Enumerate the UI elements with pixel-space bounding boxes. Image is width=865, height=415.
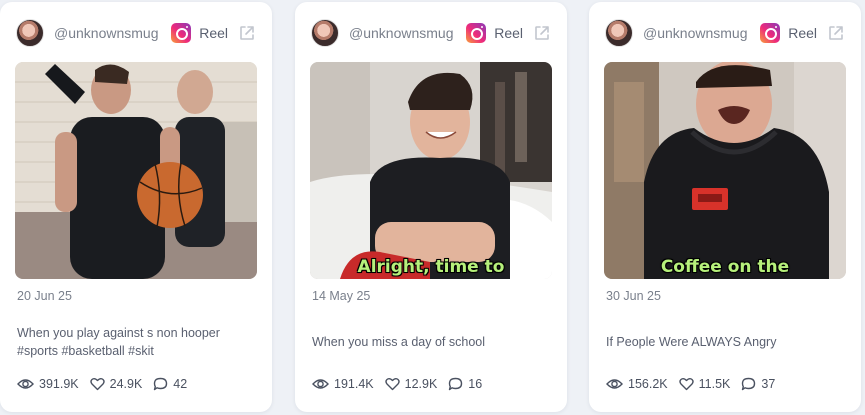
eye-icon (312, 379, 329, 389)
post-stats: 156.2K 11.5K 37 (606, 377, 786, 391)
views-stat: 191.4K (312, 377, 374, 391)
video-thumbnail[interactable]: Coffee on the (604, 62, 846, 279)
likes-stat: 12.9K (384, 377, 438, 391)
views-stat: 391.9K (17, 377, 79, 391)
reel-card[interactable]: @unknownsmug Reel Alright, time to 14 Ma… (295, 2, 567, 412)
post-stats: 391.9K 24.9K 42 (17, 377, 198, 391)
post-description: If People Were ALWAYS Angry (606, 335, 777, 349)
external-link-icon[interactable] (827, 24, 845, 42)
reel-card[interactable]: @unknownsmug Reel Coffee on the 30 Jun 2… (589, 2, 861, 412)
video-thumbnail[interactable]: Alright, time to (310, 62, 552, 279)
comment-icon (449, 377, 463, 391)
video-caption-overlay: Alright, time to (357, 257, 505, 277)
external-link-icon[interactable] (238, 24, 256, 42)
reel-card[interactable]: @unknownsmug Reel 20 Jun 25 When you pla… (0, 2, 272, 412)
avatar[interactable] (16, 19, 44, 47)
eye-icon (17, 379, 34, 389)
heart-icon (89, 378, 105, 391)
comment-icon (154, 377, 168, 391)
platform-label: Reel (494, 25, 523, 41)
comments-count: 16 (468, 377, 483, 391)
instagram-icon (466, 23, 487, 43)
username[interactable]: @unknownsmug (643, 25, 760, 41)
views-stat: 156.2K (606, 377, 668, 391)
post-description: When you miss a day of school (312, 335, 485, 349)
username[interactable]: @unknownsmug (349, 25, 466, 41)
heart-icon (384, 378, 400, 391)
likes-count: 11.5K (698, 377, 731, 391)
views-count: 191.4K (334, 377, 374, 391)
likes-stat: 24.9K (89, 377, 143, 391)
likes-stat: 11.5K (678, 377, 731, 391)
external-link-icon[interactable] (533, 24, 551, 42)
video-thumbnail[interactable] (15, 62, 257, 279)
eye-icon (606, 379, 623, 389)
post-date: 20 Jun 25 (17, 289, 72, 303)
avatar[interactable] (605, 19, 633, 47)
comments-count: 37 (761, 377, 776, 391)
comment-icon (742, 377, 756, 391)
avatar[interactable] (311, 19, 339, 47)
comments-stat: 37 (741, 377, 775, 391)
likes-count: 12.9K (404, 377, 438, 391)
card-header: @unknownsmug Reel (589, 16, 861, 50)
card-header: @unknownsmug Reel (0, 16, 272, 50)
platform-label: Reel (199, 25, 228, 41)
card-header: @unknownsmug Reel (295, 16, 567, 50)
post-stats: 191.4K 12.9K 16 (312, 377, 493, 391)
instagram-icon (760, 23, 781, 43)
views-count: 156.2K (628, 377, 668, 391)
instagram-icon (171, 23, 192, 43)
heart-icon (678, 378, 694, 391)
post-date: 14 May 25 (312, 289, 371, 303)
likes-count: 24.9K (109, 377, 143, 391)
username[interactable]: @unknownsmug (54, 25, 171, 41)
comments-stat: 16 (448, 377, 482, 391)
post-description: When you play against s non hooper #spor… (17, 326, 220, 358)
video-caption-overlay: Coffee on the (660, 257, 790, 277)
platform-label: Reel (788, 25, 817, 41)
comments-stat: 42 (153, 377, 187, 391)
comments-count: 42 (173, 377, 188, 391)
views-count: 391.9K (39, 377, 79, 391)
post-date: 30 Jun 25 (606, 289, 661, 303)
